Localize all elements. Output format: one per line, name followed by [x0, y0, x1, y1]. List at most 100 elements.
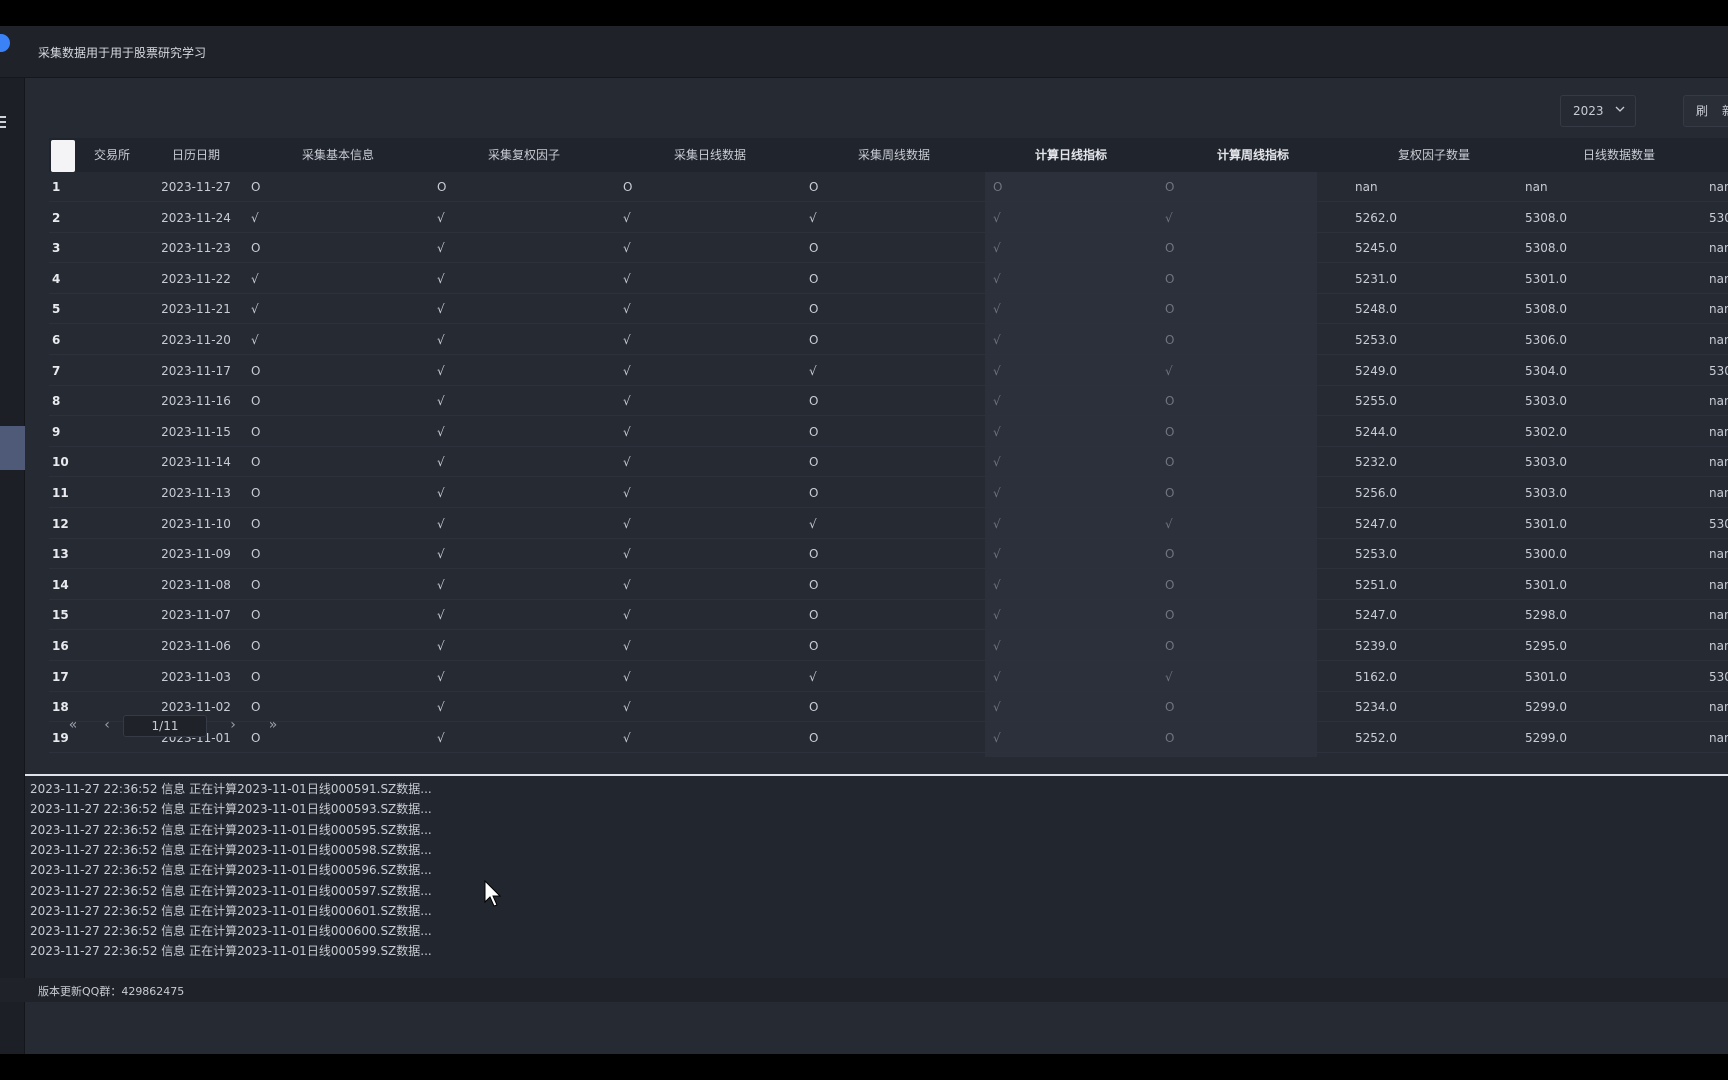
table-row[interactable]: 2 2023-11-24 √ √ √ √ √ √ 5262.0 5308.0 530	[49, 203, 1728, 233]
cell-adj-factor: √	[437, 394, 445, 409]
refresh-button[interactable]: 刷新	[1683, 95, 1728, 127]
table-row[interactable]: 1 2023-11-27 O O O O O Onan nan nan	[49, 172, 1728, 202]
chevron-right-icon[interactable]: ›	[223, 715, 243, 735]
chevron-left-icon[interactable]: ‹	[97, 715, 117, 735]
table-row[interactable]: 9 2023-11-15 O √ √ O √ O 5244.0 5302.0 nan	[49, 417, 1728, 447]
cell-calc-weekly: O	[1165, 333, 1175, 347]
cell-adj-count: 5247.0	[1355, 608, 1397, 623]
cell-daily-data: O	[623, 180, 633, 194]
col-adj-factor[interactable]: 采集复权因子	[431, 138, 617, 172]
sidebar-item-10[interactable]	[0, 538, 25, 568]
col-weekly-data[interactable]: 采集周线数据	[803, 138, 985, 172]
table-row[interactable]: 8 2023-11-16 O √ √ O √ O 5255.0 5303.0 nan	[49, 386, 1728, 417]
cell-extra-count: nan	[1709, 577, 1728, 592]
col-date[interactable]: 日历日期	[147, 138, 245, 172]
double-chevron-left-icon[interactable]: «	[63, 715, 83, 735]
row-number: 10	[52, 455, 69, 470]
cell-daily-data: √	[623, 424, 631, 439]
cell-calc-weekly: O	[1165, 700, 1175, 715]
cell-calc-weekly: O	[1165, 180, 1175, 194]
cell-daily-data: √	[623, 210, 631, 225]
cell-daily-count: 5301.0	[1525, 271, 1567, 286]
sidebar-item-6[interactable]	[0, 296, 25, 326]
sidebar-item-3[interactable]	[0, 206, 25, 236]
hamburger-menu-icon[interactable]	[0, 116, 6, 131]
cell-calc-weekly: O	[1165, 730, 1175, 745]
cell-calc-weekly: √	[1165, 363, 1173, 378]
sidebar-item-2[interactable]	[0, 176, 25, 206]
cell-extra-count: nan	[1709, 547, 1728, 562]
cell-daily-data: √	[623, 516, 631, 531]
table-row[interactable]: 17 2023-11-03 O √ √ √ √ √ 5162.0 5301.0 530	[49, 662, 1728, 692]
table-row[interactable]: 7 2023-11-17 O √ √ √ √ √ 5249.0 5304.0 530	[49, 356, 1728, 386]
col-daily-count[interactable]: 日线数据数量	[1519, 138, 1719, 172]
cell-calc-daily: √	[993, 394, 1001, 409]
row-number: 9	[52, 424, 61, 439]
app-window: 采集数据用于用于股票研究学习 2023 刷新 交易所 日历	[0, 26, 1728, 1054]
table-row[interactable]: 4 2023-11-22 √ √ √ O √ O 5231.0 5301.0 nan	[49, 264, 1728, 294]
cell-extra-count: nan	[1709, 639, 1728, 653]
cell-calc-weekly: O	[1165, 639, 1175, 653]
main-panel: 2023 刷新 交易所 日历日期 采集基本信息 采集复权因子 采集日线数据 采集…	[25, 78, 1728, 1054]
cell-daily-data: √	[623, 669, 631, 684]
sidebar-item-active[interactable]	[0, 426, 25, 470]
cell-adj-count: 5239.0	[1355, 639, 1397, 653]
cell-daily-data: √	[623, 271, 631, 286]
cell-adj-count: 5244.0	[1355, 424, 1397, 439]
cell-adj-factor: √	[437, 333, 445, 347]
cell-calc-daily: √	[993, 700, 1001, 715]
col-basic-info[interactable]: 采集基本信息	[245, 138, 431, 172]
col-calc-weekly[interactable]: 计算周线指标	[1157, 138, 1349, 172]
cell-daily-data: √	[623, 486, 631, 500]
sidebar-item-1[interactable]	[0, 146, 25, 176]
cell-adj-count: 5234.0	[1355, 700, 1397, 715]
col-adj-count[interactable]: 复权因子数量	[1349, 138, 1519, 172]
cell-extra-count: nan	[1709, 700, 1728, 715]
table-row[interactable]: 10 2023-11-14 O √ √ O √ O 5232.0 5303.0 nan	[49, 447, 1728, 478]
table-row[interactable]: 16 2023-11-06 O √ √ O √ O 5239.0 5295.0 nan	[49, 631, 1728, 661]
cell-calc-weekly: O	[1165, 608, 1175, 623]
col-exchange[interactable]: 交易所	[77, 138, 147, 172]
sidebar-item-9[interactable]	[0, 508, 25, 538]
double-chevron-right-icon[interactable]: »	[263, 715, 283, 735]
sidebar-item-5[interactable]	[0, 266, 25, 296]
table-row[interactable]: 5 2023-11-21 √ √ √ O √ O 5248.0 5308.0 nan	[49, 294, 1728, 325]
cell-extra-count: nan	[1709, 730, 1728, 745]
table-row[interactable]: 11 2023-11-13 O √ √ O √ O 5256.0 5303.0 nan	[49, 478, 1728, 508]
table-row[interactable]: 15 2023-11-07 O √ √ O √ O 5247.0 5298.0 nan	[49, 600, 1728, 631]
row-number: 14	[52, 577, 69, 592]
table-row[interactable]: 12 2023-11-10 O √ √ √ √ √ 5247.0 5301.0 530	[49, 509, 1728, 539]
chevron-down-icon	[1615, 106, 1625, 112]
select-all-box[interactable]	[51, 140, 75, 172]
cell-extra-count: nan	[1709, 608, 1728, 623]
row-number: 4	[52, 271, 61, 286]
page-input[interactable]: 1/11	[123, 715, 207, 737]
cell-adj-count: 5247.0	[1355, 516, 1397, 531]
cell-basic-info: O	[251, 455, 261, 470]
cell-extra-count: nan	[1709, 394, 1728, 409]
row-number: 16	[52, 639, 69, 653]
sidebar-item-7[interactable]	[0, 326, 25, 356]
cell-calc-weekly: O	[1165, 271, 1175, 286]
cell-daily-count: 5302.0	[1525, 424, 1567, 439]
cell-adj-count: 5253.0	[1355, 333, 1397, 347]
log-panel[interactable]: 2023-11-27 22:36:52 信息 正在计算2023-11-01日线0…	[25, 774, 1728, 980]
cell-extra-count: nan	[1709, 271, 1728, 286]
table-row[interactable]: 3 2023-11-23 O √ √ O √ O 5245.0 5308.0 nan	[49, 233, 1728, 264]
app-logo-icon	[0, 34, 10, 52]
cell-daily-count: 5299.0	[1525, 730, 1567, 745]
sidebar-item-8[interactable]	[0, 478, 25, 508]
cell-date: 2023-11-14	[161, 455, 231, 470]
table-row[interactable]: 6 2023-11-20 √ √ √ O √ O 5253.0 5306.0 nan	[49, 325, 1728, 355]
col-daily-data[interactable]: 采集日线数据	[617, 138, 803, 172]
cell-calc-daily: √	[993, 669, 1001, 684]
col-calc-daily[interactable]: 计算日线指标	[985, 138, 1157, 172]
cell-daily-count: 5301.0	[1525, 577, 1567, 592]
table-row[interactable]: 13 2023-11-09 O √ √ O √ O 5253.0 5300.0 nan	[49, 539, 1728, 570]
cell-calc-weekly: √	[1165, 669, 1173, 684]
year-select[interactable]: 2023	[1560, 95, 1636, 127]
cell-weekly-data: O	[809, 241, 819, 256]
cell-daily-count: 5301.0	[1525, 669, 1567, 684]
table-row[interactable]: 14 2023-11-08 O √ √ O √ O 5251.0 5301.0 nan	[49, 570, 1728, 600]
sidebar-item-4[interactable]	[0, 236, 25, 266]
